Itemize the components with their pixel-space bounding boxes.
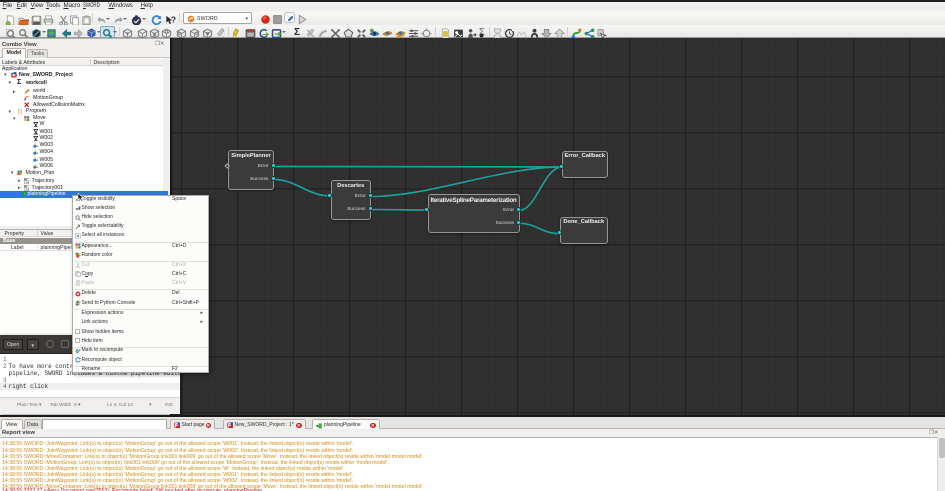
svg-text:?: ?	[171, 15, 176, 24]
